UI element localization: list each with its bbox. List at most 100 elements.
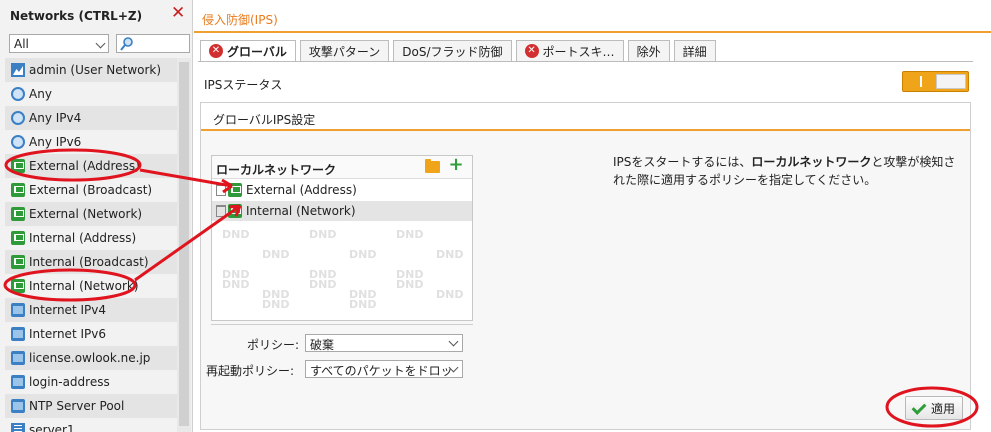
dnd-watermark: DND <box>436 248 464 261</box>
dnd-watermark: DND <box>222 278 250 291</box>
tab-3[interactable]: ✕ ポートスキ… <box>515 40 624 62</box>
dnd-watermark: DND <box>309 278 337 291</box>
network-icon <box>11 327 25 341</box>
network-list-item[interactable]: Internet IPv4 <box>5 298 177 322</box>
ips-status-label: IPSステータス <box>204 78 283 92</box>
tab-label: グローバル <box>227 44 287 59</box>
network-list-scrollbar[interactable] <box>177 58 191 432</box>
network-list: admin (User Network) Any Any IPv4 Any IPv6 E… <box>5 58 177 432</box>
network-list-item-label: license.owlook.ne.jp <box>29 351 151 365</box>
network-list-item[interactable]: license.owlook.ne.jp <box>5 346 177 370</box>
apply-label: 適用 <box>931 401 956 416</box>
networks-panel-header: Networks (CTRL+Z) ✕ <box>0 0 193 34</box>
apply-button[interactable]: 適用 <box>905 396 963 420</box>
network-list-item[interactable]: External (Network) <box>5 202 177 226</box>
network-icon <box>11 375 25 389</box>
network-list-item-label: Any IPv6 <box>29 135 82 149</box>
network-icon <box>11 351 25 365</box>
scrollbar-thumb[interactable] <box>179 62 189 426</box>
network-list-item-label: External (Address) <box>29 159 140 173</box>
document-icon <box>11 423 25 432</box>
network-list-item[interactable]: Any IPv4 <box>5 106 177 130</box>
dnd-watermark: DND <box>262 298 290 311</box>
tab-2[interactable]: DoS/フラッド防御 <box>393 40 512 62</box>
page-title: 侵入防御(IPS) <box>202 13 278 27</box>
network-filter-select[interactable]: All <box>9 34 109 53</box>
tab-label: 詳細 <box>682 44 707 59</box>
policy-value: 破棄 <box>310 338 335 352</box>
restart-policy-select[interactable]: すべてのパケットをドロッ <box>305 360 463 378</box>
folder-icon[interactable] <box>425 159 440 173</box>
tab-label: ポートスキ… <box>542 44 615 59</box>
dnd-watermark: DND <box>436 288 464 301</box>
local-network-box[interactable]: ローカルネットワーク + External (Address) Internal… <box>211 155 473 321</box>
network-list-item[interactable]: Internet IPv6 <box>5 322 177 346</box>
tab-4[interactable]: 除外 <box>627 40 670 62</box>
tab-0[interactable]: ✕ グローバル <box>200 40 296 62</box>
trash-icon[interactable] <box>216 184 226 196</box>
local-network-row-label: Internal (Network) <box>246 204 356 218</box>
tab-bar: ✕ グローバル 攻撃パターン DoS/フラッド防御 ✕ ポートスキ… 除外 詳細 <box>200 40 720 62</box>
globe-icon <box>11 111 25 125</box>
globe-icon <box>11 87 25 101</box>
ips-hint-text: IPSをスタートするには、ローカルネットワークと攻撃が検知された際に適用するポリ… <box>613 153 963 189</box>
chevron-down-icon <box>448 336 459 347</box>
local-network-header: ローカルネットワーク + <box>212 156 472 179</box>
error-icon: ✕ <box>209 44 223 58</box>
dnd-watermark: DND <box>349 298 377 311</box>
network-list-item[interactable]: Internal (Network) <box>5 274 177 298</box>
network-list-item[interactable]: External (Broadcast) <box>5 178 177 202</box>
tab-label: 除外 <box>636 44 661 59</box>
networks-panel-title: Networks (CTRL+Z) <box>10 9 143 23</box>
green-flag-icon <box>11 183 25 197</box>
network-list-item[interactable]: server1 <box>5 418 177 432</box>
chevron-down-icon <box>95 38 106 49</box>
dnd-watermark: DND <box>262 248 290 261</box>
global-ips-settings-header: グローバルIPS設定 <box>201 103 970 131</box>
ips-status-toggle[interactable] <box>902 71 969 92</box>
green-flag-icon <box>11 255 25 269</box>
network-list-item-label: admin (User Network) <box>29 63 162 77</box>
local-network-row[interactable]: Internal (Network) <box>212 201 472 221</box>
networks-panel: Networks (CTRL+Z) ✕ All admin (User Netw… <box>0 0 193 432</box>
local-network-row[interactable]: External (Address) <box>212 180 472 200</box>
green-flag-icon <box>11 159 25 173</box>
dnd-watermark: DND <box>396 278 424 291</box>
toggle-on-mark <box>920 76 922 87</box>
network-filter-value: All <box>14 37 29 51</box>
network-list-item-label: Internal (Address) <box>29 231 137 245</box>
local-network-title: ローカルネットワーク <box>216 163 337 177</box>
restart-policy-value: すべてのパケットをドロッ <box>310 364 453 378</box>
network-list-item-label: Internal (Network) <box>29 279 139 293</box>
network-list-item[interactable]: Any IPv6 <box>5 130 177 154</box>
ips-page: 侵入防御(IPS) ✕ グローバル 攻撃パターン DoS/フラッド防御 ✕ ポートスキ… 除… <box>194 0 991 432</box>
network-list-item[interactable]: NTP Server Pool <box>5 394 177 418</box>
hint-pre: IPSをスタートするには、 <box>613 155 752 169</box>
policy-divider <box>211 324 473 325</box>
network-list-item[interactable]: Internal (Broadcast) <box>5 250 177 274</box>
network-list-item[interactable]: External (Address) <box>5 154 177 178</box>
network-list-item[interactable]: login-address <box>5 370 177 394</box>
global-ips-settings: グローバルIPS設定 ローカルネットワーク + External (Addres… <box>200 102 971 430</box>
dnd-watermark: DND <box>309 228 337 241</box>
error-icon: ✕ <box>524 44 539 58</box>
dnd-watermark: DND <box>349 248 377 261</box>
policy-select[interactable]: 破棄 <box>305 334 463 352</box>
tab-5[interactable]: 詳細 <box>673 40 716 62</box>
checkmark-icon <box>912 401 926 415</box>
green-flag-icon <box>11 279 25 293</box>
network-list-item-label: External (Broadcast) <box>29 183 153 197</box>
network-list-item-label: External (Network) <box>29 207 143 221</box>
trash-icon[interactable] <box>216 205 226 217</box>
network-list-item[interactable]: Internal (Address) <box>5 226 177 250</box>
network-list-item[interactable]: Any <box>5 82 177 106</box>
toggle-knob[interactable] <box>936 74 966 89</box>
network-list-item-label: server1 <box>29 423 75 432</box>
network-search-input[interactable] <box>116 34 190 53</box>
network-list-item[interactable]: admin (User Network) <box>5 58 177 82</box>
close-icon[interactable]: ✕ <box>171 5 185 22</box>
network-list-item-label: Internet IPv6 <box>29 327 106 341</box>
tab-label: DoS/フラッド防御 <box>402 44 503 59</box>
tab-1[interactable]: 攻撃パターン <box>299 40 390 62</box>
add-icon[interactable]: + <box>448 156 464 174</box>
